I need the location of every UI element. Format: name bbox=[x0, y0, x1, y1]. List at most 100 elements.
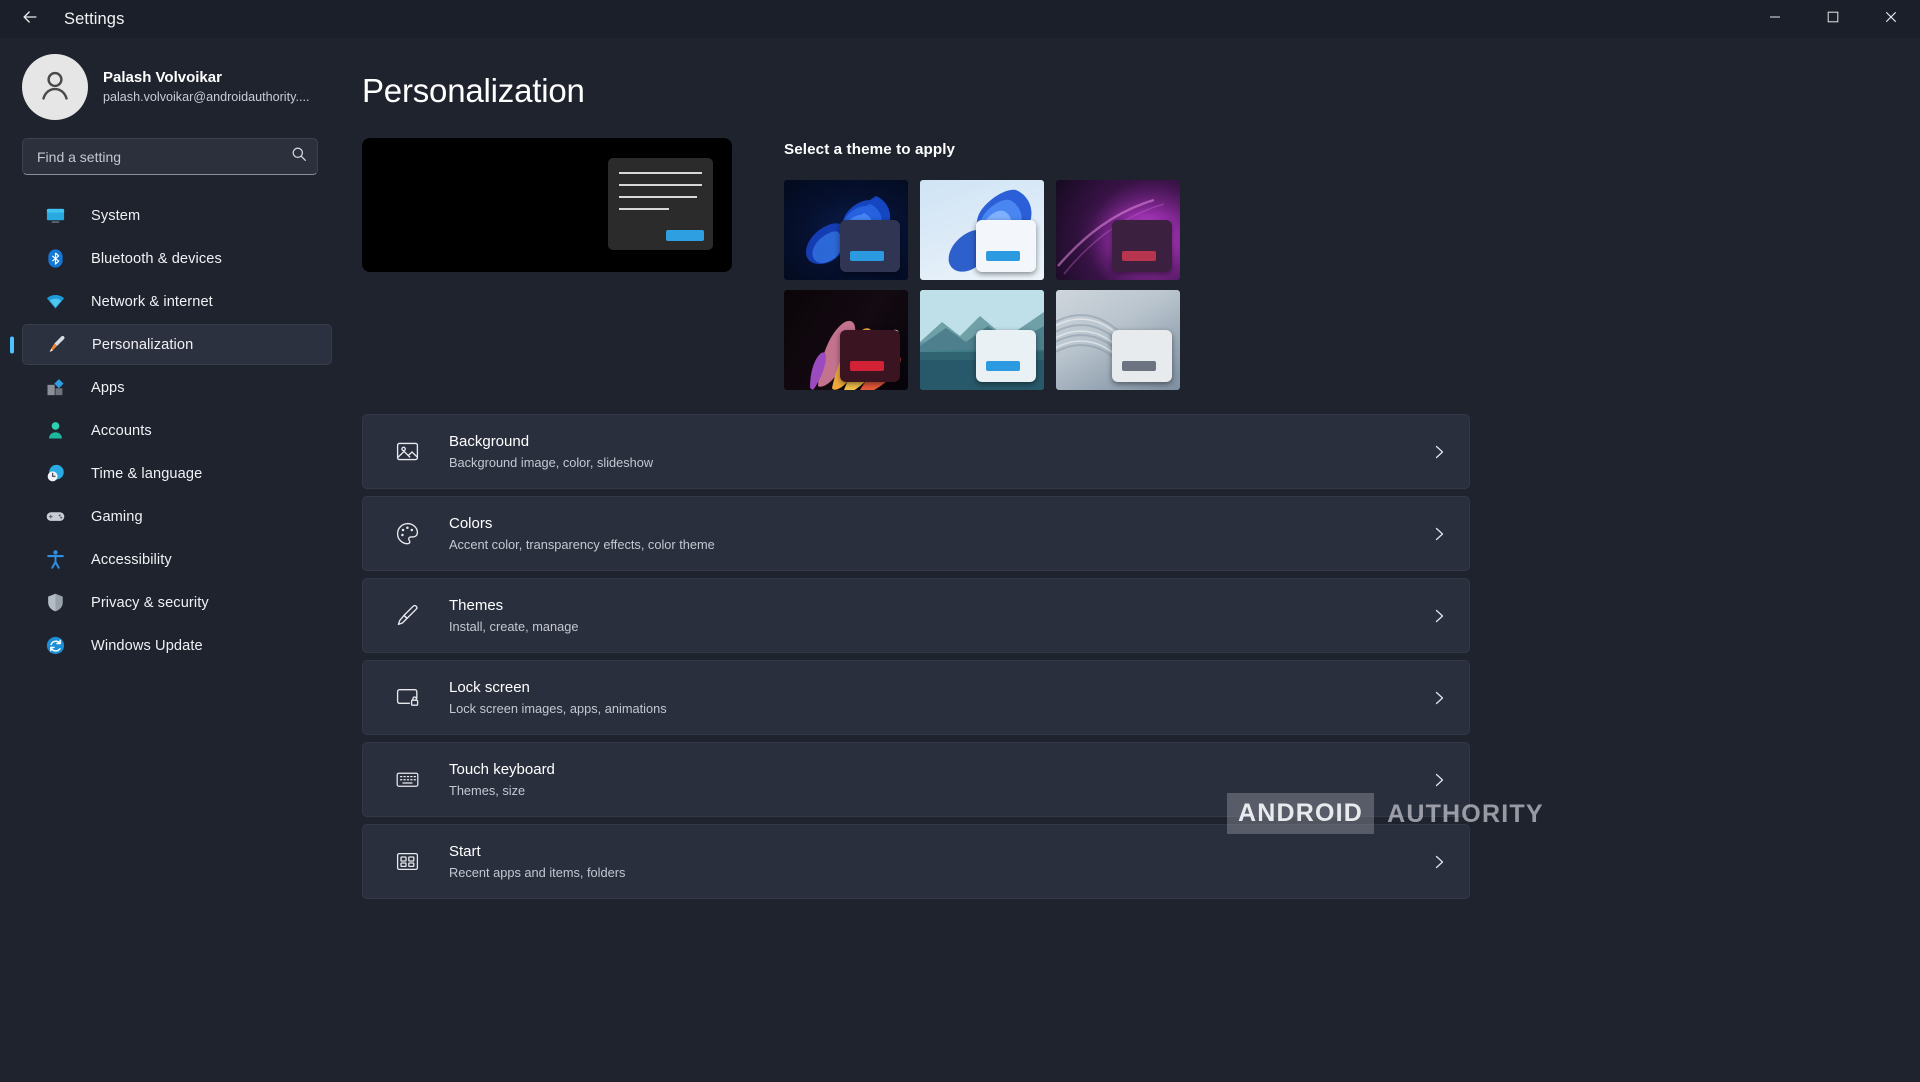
row-text: Touch keyboard Themes, size bbox=[449, 759, 1431, 800]
desktop-preview bbox=[362, 138, 732, 272]
avatar bbox=[22, 54, 88, 120]
minimize-icon bbox=[1769, 10, 1781, 28]
sidebar-item-label: Gaming bbox=[91, 508, 143, 525]
row-text: Lock screen Lock screen images, apps, an… bbox=[449, 677, 1431, 718]
window-title: Settings bbox=[64, 9, 125, 28]
sidebar-item-windows-update[interactable]: Windows Update bbox=[22, 625, 332, 666]
sidebar-item-bluetooth-devices[interactable]: Bluetooth & devices bbox=[22, 238, 332, 279]
page-title: Personalization bbox=[362, 72, 585, 109]
back-arrow-icon bbox=[20, 7, 40, 32]
paintbrush-icon bbox=[393, 602, 421, 630]
chevron-right-icon[interactable] bbox=[1431, 526, 1447, 542]
shield-icon bbox=[44, 592, 66, 614]
chevron-right-icon[interactable] bbox=[1431, 444, 1447, 460]
keyboard-icon bbox=[393, 766, 421, 794]
theme-tile-windows-glow[interactable] bbox=[1056, 180, 1180, 280]
sidebar-item-time-language[interactable]: Time & language bbox=[22, 453, 332, 494]
settings-window: Settings Palash Volvoikar palash.volvoik… bbox=[0, 0, 1920, 1082]
sidebar-item-privacy-security[interactable]: Privacy & security bbox=[22, 582, 332, 623]
row-subtitle: Lock screen images, apps, animations bbox=[449, 701, 667, 716]
sidebar-nav: System Bluetooth & devices Network & int… bbox=[0, 195, 340, 666]
theme-tile-captured-motion[interactable] bbox=[920, 290, 1044, 390]
row-text: Themes Install, create, manage bbox=[449, 595, 1431, 636]
maximize-icon bbox=[1827, 10, 1839, 28]
sidebar-item-label: Time & language bbox=[91, 465, 203, 482]
settings-row-themes[interactable]: Themes Install, create, manage bbox=[362, 578, 1470, 653]
sidebar-item-label: Privacy & security bbox=[91, 594, 209, 611]
preview-line bbox=[619, 172, 702, 174]
minimize-button[interactable] bbox=[1746, 0, 1804, 38]
sidebar-item-label: System bbox=[91, 207, 141, 224]
theme-tile-windows-sunrise[interactable] bbox=[1056, 290, 1180, 390]
preview-line bbox=[619, 196, 697, 198]
title-bar: Settings bbox=[0, 0, 1920, 38]
chevron-right-icon[interactable] bbox=[1431, 690, 1447, 706]
themes-heading: Select a theme to apply bbox=[784, 141, 956, 158]
themes-block: Select a theme to apply bbox=[784, 138, 1180, 390]
accessibility-person-icon bbox=[44, 549, 66, 571]
wifi-icon bbox=[44, 291, 66, 313]
clock-globe-icon bbox=[44, 463, 66, 485]
start-grid-icon bbox=[393, 848, 421, 876]
sidebar-item-accessibility[interactable]: Accessibility bbox=[22, 539, 332, 580]
sidebar-item-network-internet[interactable]: Network & internet bbox=[22, 281, 332, 322]
preview-window bbox=[608, 158, 713, 250]
apps-icon bbox=[44, 377, 66, 399]
theme-mini-window bbox=[1112, 330, 1172, 382]
sidebar-item-label: Apps bbox=[91, 379, 125, 396]
account-person-icon bbox=[44, 420, 66, 442]
sidebar-item-accounts[interactable]: Accounts bbox=[22, 410, 332, 451]
theme-mini-window bbox=[840, 220, 900, 272]
theme-accent-bar bbox=[850, 361, 884, 371]
theme-accent-bar bbox=[850, 251, 884, 261]
settings-row-touch-keyboard[interactable]: Touch keyboard Themes, size bbox=[362, 742, 1470, 817]
sidebar-item-label: Network & internet bbox=[91, 293, 213, 310]
row-subtitle: Recent apps and items, folders bbox=[449, 865, 626, 880]
bluetooth-icon bbox=[44, 248, 66, 270]
settings-rows: Background Background image, color, slid… bbox=[362, 414, 1470, 899]
chevron-right-icon[interactable] bbox=[1431, 608, 1447, 624]
close-icon bbox=[1885, 10, 1897, 28]
preview-line bbox=[619, 184, 702, 186]
system-monitor-icon bbox=[44, 205, 66, 227]
chevron-right-icon[interactable] bbox=[1431, 772, 1447, 788]
close-button[interactable] bbox=[1862, 0, 1920, 38]
account-block[interactable]: Palash Volvoikar palash.volvoikar@androi… bbox=[0, 44, 340, 130]
account-email: palash.volvoikar@androidauthority.... bbox=[103, 90, 310, 104]
main-content: Personalization Select a theme to apply bbox=[340, 38, 1920, 1082]
sidebar-item-personalization[interactable]: Personalization bbox=[22, 324, 332, 365]
row-subtitle: Themes, size bbox=[449, 783, 526, 798]
theme-accent-bar bbox=[1122, 251, 1156, 261]
themes-grid bbox=[784, 180, 1180, 390]
lock-screen-icon bbox=[393, 684, 421, 712]
row-text: Background Background image, color, slid… bbox=[449, 431, 1431, 472]
theme-tile-windows-flow[interactable] bbox=[784, 290, 908, 390]
palette-icon bbox=[393, 520, 421, 548]
sidebar-item-system[interactable]: System bbox=[22, 195, 332, 236]
theme-accent-bar bbox=[1122, 361, 1156, 371]
sidebar: Palash Volvoikar palash.volvoikar@androi… bbox=[0, 38, 340, 1082]
row-title: Background bbox=[449, 433, 530, 450]
theme-accent-bar bbox=[986, 361, 1020, 371]
search-box[interactable] bbox=[22, 138, 318, 175]
sidebar-item-label: Accessibility bbox=[91, 551, 172, 568]
settings-row-background[interactable]: Background Background image, color, slid… bbox=[362, 414, 1470, 489]
sidebar-item-gaming[interactable]: Gaming bbox=[22, 496, 332, 537]
theme-tile-windows-bloom-dark[interactable] bbox=[784, 180, 908, 280]
settings-row-lock-screen[interactable]: Lock screen Lock screen images, apps, an… bbox=[362, 660, 1470, 735]
chevron-right-icon[interactable] bbox=[1431, 854, 1447, 870]
gamepad-icon bbox=[44, 506, 66, 528]
search-icon[interactable] bbox=[291, 146, 307, 167]
settings-row-start[interactable]: Start Recent apps and items, folders bbox=[362, 824, 1470, 899]
sidebar-item-label: Bluetooth & devices bbox=[91, 250, 222, 267]
back-button[interactable] bbox=[8, 1, 52, 37]
theme-tile-windows-bloom-light[interactable] bbox=[920, 180, 1044, 280]
sidebar-item-apps[interactable]: Apps bbox=[22, 367, 332, 408]
theme-mini-window bbox=[840, 330, 900, 382]
row-text: Start Recent apps and items, folders bbox=[449, 841, 1431, 882]
maximize-button[interactable] bbox=[1804, 0, 1862, 38]
settings-row-colors[interactable]: Colors Accent color, transparency effect… bbox=[362, 496, 1470, 571]
row-text: Colors Accent color, transparency effect… bbox=[449, 513, 1431, 554]
search-input[interactable] bbox=[37, 148, 291, 165]
theme-mini-window bbox=[976, 330, 1036, 382]
